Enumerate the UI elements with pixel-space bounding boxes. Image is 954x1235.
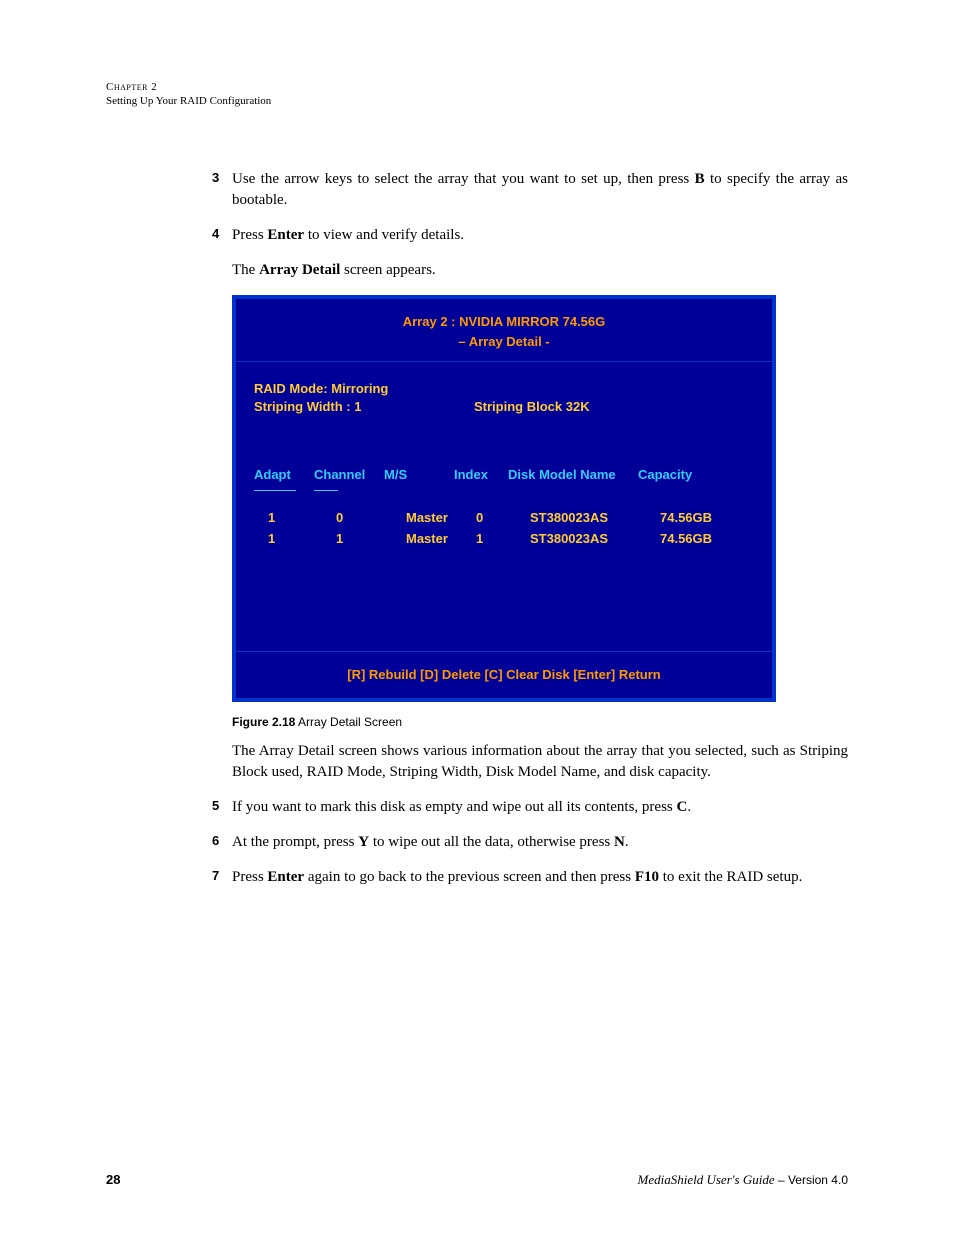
key-c: C (677, 799, 688, 815)
step-number: 5 (212, 797, 219, 815)
step-4: 4 Press Enter to view and verify details… (232, 225, 848, 246)
bios-title: Array 2 : NVIDIA MIRROR 74.56G (236, 299, 772, 333)
col-index-header: Index (454, 466, 508, 484)
col-model-header: Disk Model Name (508, 466, 638, 484)
page-number: 28 (106, 1171, 120, 1189)
step-text: Press (232, 227, 267, 243)
guide-version: – Version 4.0 (775, 1173, 848, 1187)
chapter-label: Chapter 2 (106, 80, 848, 94)
striping-block: Striping Block 32K (474, 398, 590, 416)
key-n: N (614, 834, 625, 850)
step-number: 4 (212, 225, 219, 243)
col-ms-header: M/S (384, 466, 454, 484)
col-capacity-header: Capacity (638, 466, 718, 484)
step-text: Use the arrow keys to select the array t… (232, 171, 695, 187)
key-y: Y (358, 834, 369, 850)
bios-disk-table: Adapt Channel M/S Index Disk Model Name … (254, 466, 754, 548)
table-row: 1 0 Master 0 ST380023AS 74.56GB (254, 509, 754, 527)
key-enter: Enter (267, 869, 304, 885)
explanation-paragraph: The Array Detail screen shows various in… (232, 741, 848, 783)
step-7: 7 Press Enter again to go back to the pr… (232, 867, 848, 888)
striping-width: Striping Width : 1 (254, 398, 474, 416)
key-enter: Enter (267, 227, 304, 243)
step-number: 3 (212, 169, 219, 187)
key-b: B (695, 171, 705, 187)
figure-caption: Figure 2.18 Array Detail Screen (232, 714, 848, 731)
page-footer: 28 MediaShield User's Guide – Version 4.… (106, 1171, 848, 1189)
bios-subtitle: – Array Detail - (236, 333, 772, 361)
step-5: 5 If you want to mark this disk as empty… (232, 797, 848, 818)
step-number: 7 (212, 867, 219, 885)
step-6: 6 At the prompt, press Y to wipe out all… (232, 832, 848, 853)
page-header: Chapter 2 Setting Up Your RAID Configura… (106, 80, 848, 109)
bios-footer-commands: [R] Rebuild [D] Delete [C] Clear Disk [E… (236, 652, 772, 698)
step-3: 3 Use the arrow keys to select the array… (232, 169, 848, 211)
col-adapt-header: Adapt (254, 466, 314, 484)
guide-title: MediaShield User's Guide (638, 1172, 775, 1187)
step-text-post: to view and verify details. (304, 227, 464, 243)
step-4-note: The Array Detail screen appears. (232, 260, 848, 281)
key-f10: F10 (635, 869, 659, 885)
raid-mode: RAID Mode: Mirroring (254, 380, 474, 398)
bios-array-detail-screen: Array 2 : NVIDIA MIRROR 74.56G – Array D… (232, 295, 776, 703)
chapter-title: Setting Up Your RAID Configuration (106, 94, 848, 108)
col-channel-header: Channel (314, 466, 384, 484)
step-number: 6 (212, 832, 219, 850)
table-row: 1 1 Master 1 ST380023AS 74.56GB (254, 530, 754, 548)
